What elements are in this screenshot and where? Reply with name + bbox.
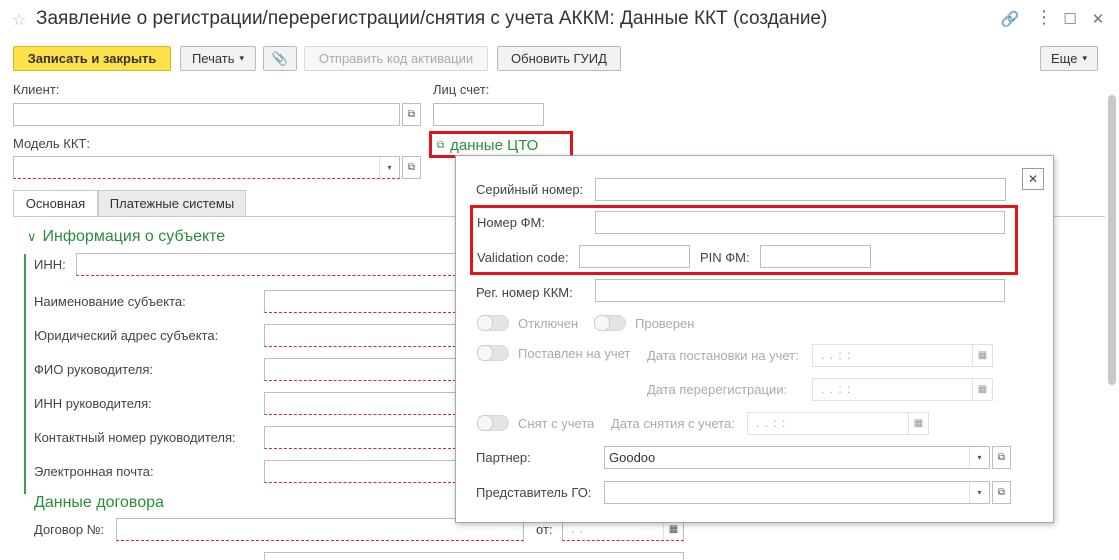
remove-date-value: . . : : xyxy=(756,416,787,430)
reg-date-value: . . : : xyxy=(821,348,852,362)
reg-date-label: Дата постановки на учет: xyxy=(647,348,799,363)
serial-field[interactable] xyxy=(595,178,1006,201)
contract-number-label: Договор №: xyxy=(34,522,105,537)
print-label: Печать xyxy=(191,51,235,66)
link-icon[interactable]: 🔗 xyxy=(1000,10,1020,28)
removed-toggle[interactable] xyxy=(477,415,509,431)
chevron-down-icon: ∨ xyxy=(27,229,37,244)
subject-name-label: Наименование субъекта: xyxy=(34,294,186,309)
open-form-icon: ⧉ xyxy=(437,140,445,151)
close-icon[interactable]: ✕ xyxy=(1022,168,1044,190)
partner-value: Goodoo xyxy=(609,450,656,465)
print-button[interactable]: Печать ▾ xyxy=(180,46,256,71)
remove-date-label: Дата снятия с учета: xyxy=(611,416,735,431)
head-phone-label: Контактный номер руководителя: xyxy=(34,430,236,445)
partner-field[interactable]: Goodoo ▾ xyxy=(604,446,990,469)
go-representative-label: Представитель ГО: xyxy=(476,485,592,500)
subject-section-header[interactable]: ∨ Информация о субъекте xyxy=(27,228,225,246)
contract-from-label: от: xyxy=(536,522,553,537)
subject-name-field[interactable] xyxy=(264,290,456,313)
reg-number-label: Рег. номер ККМ: xyxy=(476,285,573,300)
cto-link-label: данные ЦТО xyxy=(450,137,539,154)
serial-label: Серийный номер: xyxy=(476,182,584,197)
registered-toggle[interactable] xyxy=(477,345,509,361)
model-field[interactable]: ▾ xyxy=(13,156,400,179)
attach-button[interactable]: 📎 xyxy=(263,46,297,71)
subject-address-field[interactable] xyxy=(264,324,456,347)
account-field[interactable] xyxy=(433,103,544,126)
model-label: Модель ККТ: xyxy=(13,136,90,151)
tab-payment-systems[interactable]: Платежные системы xyxy=(98,190,246,216)
window-title: Заявление о регистрации/перерегистрации/… xyxy=(36,8,828,29)
head-inn-field[interactable] xyxy=(264,392,456,415)
open-go-representative-icon[interactable]: ⧉ xyxy=(992,481,1011,504)
cto-link[interactable]: ⧉ данные ЦТО xyxy=(437,137,538,154)
email-field[interactable] xyxy=(264,460,456,483)
head-fio-field[interactable] xyxy=(264,358,456,381)
maximize-icon[interactable]: ☐ xyxy=(1060,10,1080,28)
calendar-icon[interactable]: ▦ xyxy=(972,345,992,366)
partial-field[interactable] xyxy=(264,552,684,560)
chevron-down-icon: ▾ xyxy=(1082,53,1087,63)
open-client-icon[interactable]: ⧉ xyxy=(402,103,421,126)
cto-popup: ✕ Серийный номер: Номер ФМ: Validation c… xyxy=(455,155,1054,523)
rereg-date-label: Дата перерегистрации: xyxy=(647,382,788,397)
save-close-button[interactable]: Записать и закрыть xyxy=(13,46,171,71)
head-fio-label: ФИО руководителя: xyxy=(34,362,153,377)
more-menu-icon[interactable]: ⋮ xyxy=(1034,7,1054,28)
fm-number-label: Номер ФМ: xyxy=(477,215,545,230)
inn-label: ИНН: xyxy=(34,257,66,272)
rereg-date-field[interactable]: . . : : ▦ xyxy=(812,378,993,401)
pin-label: PIN ФМ: xyxy=(700,250,750,265)
checked-toggle[interactable] xyxy=(594,315,626,331)
chevron-down-icon[interactable]: ▾ xyxy=(969,447,989,468)
more-label: Еще xyxy=(1051,51,1078,66)
removed-label: Снят с учета xyxy=(518,416,595,431)
chevron-down-icon: ▾ xyxy=(239,53,245,63)
client-field[interactable] xyxy=(13,103,400,126)
section-indent-line xyxy=(24,254,26,494)
head-inn-label: ИНН руководителя: xyxy=(34,396,152,411)
update-guid-button[interactable]: Обновить ГУИД xyxy=(497,46,621,71)
remove-date-field[interactable]: . . : : ▦ xyxy=(747,412,929,435)
checked-label: Проверен xyxy=(635,316,695,331)
contract-section-title: Данные договора xyxy=(34,494,164,511)
disabled-label: Отключен xyxy=(518,316,579,331)
client-label: Клиент: xyxy=(13,82,60,97)
scrollbar[interactable] xyxy=(1108,95,1116,385)
validation-code-label: Validation code: xyxy=(477,250,569,265)
subject-section-title: Информация о субъекте xyxy=(42,228,226,245)
close-icon[interactable]: ✕ xyxy=(1088,10,1108,28)
chevron-down-icon[interactable]: ▾ xyxy=(379,157,399,178)
disabled-toggle[interactable] xyxy=(477,315,509,331)
chevron-down-icon[interactable]: ▾ xyxy=(969,482,989,503)
partner-label: Партнер: xyxy=(476,450,531,465)
inn-field[interactable] xyxy=(76,253,456,276)
contract-date-value: . . xyxy=(571,522,585,536)
calendar-icon[interactable]: ▦ xyxy=(908,413,928,434)
pin-field[interactable] xyxy=(760,245,871,268)
send-activation-code-button[interactable]: Отправить код активации xyxy=(304,46,488,71)
fm-number-field[interactable] xyxy=(595,211,1005,234)
open-model-icon[interactable]: ⧉ xyxy=(402,156,421,179)
subject-address-label: Юридический адрес субъекта: xyxy=(34,328,219,343)
go-representative-field[interactable]: ▾ xyxy=(604,481,990,504)
registered-label: Поставлен на учет xyxy=(518,346,631,361)
tab-main[interactable]: Основная xyxy=(13,190,98,216)
paperclip-icon: 📎 xyxy=(271,50,289,66)
favorite-star-icon[interactable]: ☆ xyxy=(12,10,26,30)
more-button[interactable]: Еще ▾ xyxy=(1040,46,1098,71)
account-label: Лиц счет: xyxy=(433,82,490,97)
validation-code-field[interactable] xyxy=(579,245,690,268)
head-phone-field[interactable] xyxy=(264,426,456,449)
reg-number-field[interactable] xyxy=(595,279,1005,302)
open-partner-icon[interactable]: ⧉ xyxy=(992,446,1011,469)
reg-date-field[interactable]: . . : : ▦ xyxy=(812,344,993,367)
email-label: Электронная почта: xyxy=(34,464,154,479)
calendar-icon[interactable]: ▦ xyxy=(972,379,992,400)
rereg-date-value: . . : : xyxy=(821,382,852,396)
